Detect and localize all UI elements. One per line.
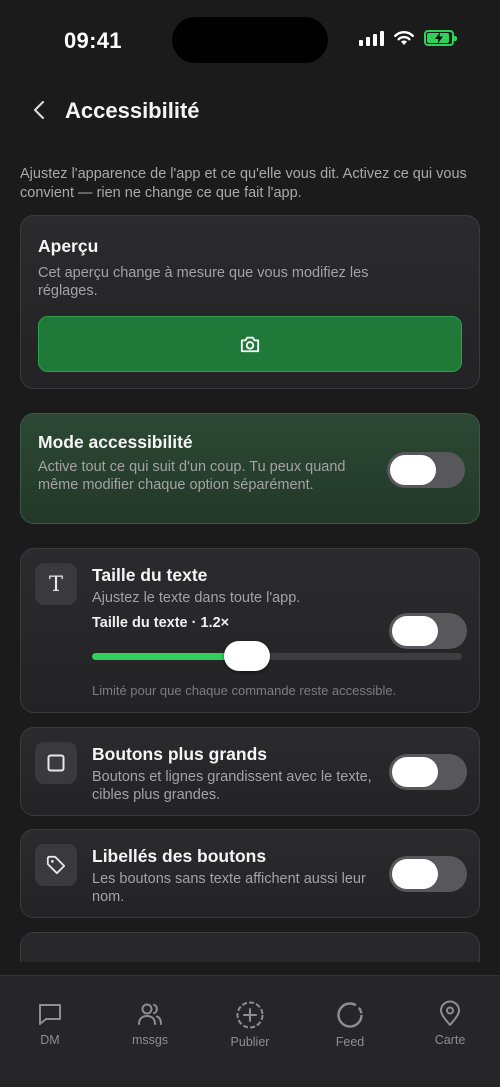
tab-bar: DM mssgs Publier Feed Carte [0, 975, 500, 1087]
text-size-slider-thumb[interactable] [224, 641, 270, 671]
tab-dm[interactable]: DM [10, 1000, 90, 1087]
preview-title: Aperçu [38, 236, 99, 256]
preview-description: Cet aperçu change à mesure que vous modi… [38, 265, 369, 299]
accessibility-screen: 09:41 Accessibilité Ajustez l'apparence … [0, 0, 500, 1087]
tab-carte[interactable]: Carte [410, 1000, 490, 1087]
text-size-title: Taille du texte [92, 565, 208, 585]
accessibility-mode-card: Mode accessibilité Active tout ce qui su… [20, 413, 480, 524]
larger-buttons-toggle[interactable] [389, 754, 467, 790]
message-square-icon [39, 1004, 61, 1025]
circle-icon [337, 1002, 363, 1028]
larger-buttons-card: Boutons plus grands Boutons et lignes gr… [20, 727, 480, 816]
signal-icon [359, 30, 384, 46]
tab-mssgs[interactable]: mssgs [110, 1000, 190, 1087]
dynamic-island [172, 17, 328, 63]
status-icons [359, 30, 457, 46]
tab-publier-label: Publier [230, 1035, 270, 1049]
camera-icon [240, 336, 260, 353]
accessibility-mode-toggle[interactable] [387, 452, 465, 488]
plus-circle-icon [236, 1001, 264, 1029]
chevron-left-icon [33, 100, 45, 120]
button-labels-toggle[interactable] [389, 856, 467, 892]
tab-feed[interactable]: Feed [310, 1000, 390, 1087]
larger-buttons-title: Boutons plus grands [92, 744, 267, 764]
text-size-slider-label: Taille du texte · 1.2× [92, 615, 230, 631]
battery-icon [424, 30, 457, 46]
text-size-icon: T [35, 563, 77, 605]
accessibility-mode-title: Mode accessibilité [38, 432, 193, 452]
tab-publier[interactable]: Publier [210, 1000, 290, 1087]
back-button[interactable] [28, 96, 50, 124]
preview-button[interactable] [38, 316, 462, 372]
larger-buttons-description: Boutons et lignes grandissent avec le te… [92, 769, 372, 803]
wifi-icon [394, 31, 414, 45]
text-size-card: T Taille du texte Ajustez le texte dans … [20, 548, 480, 713]
status-time: 09:41 [64, 28, 122, 53]
next-card-peek [20, 932, 480, 962]
text-size-description: Ajustez le texte dans toute l'app. [92, 590, 301, 606]
square-icon [35, 742, 77, 784]
button-labels-card: Libellés des boutons Les boutons sans te… [20, 829, 480, 918]
tab-carte-label: Carte [434, 1033, 466, 1047]
text-size-toggle[interactable] [389, 613, 467, 649]
map-pin-icon [440, 1000, 460, 1026]
tag-icon [35, 844, 77, 886]
tab-mssgs-label: mssgs [131, 1033, 169, 1047]
text-size-note: Limité pour que chaque commande reste ac… [92, 683, 397, 698]
button-labels-title: Libellés des boutons [92, 846, 267, 866]
text-size-slider[interactable] [92, 641, 462, 671]
intro-text: Ajustez l'apparence de l'app et ce qu'el… [20, 166, 467, 201]
page-title: Accessibilité [65, 98, 200, 123]
users-icon [138, 1003, 162, 1025]
tab-feed-label: Feed [335, 1035, 365, 1049]
accessibility-mode-description: Active tout ce qui suit d'un coup. Tu pe… [38, 459, 346, 493]
button-labels-description: Les boutons sans texte affichent aussi l… [92, 871, 366, 905]
tab-dm-label: DM [40, 1033, 60, 1047]
preview-card: Aperçu Cet aperçu change à mesure que vo… [20, 215, 480, 389]
